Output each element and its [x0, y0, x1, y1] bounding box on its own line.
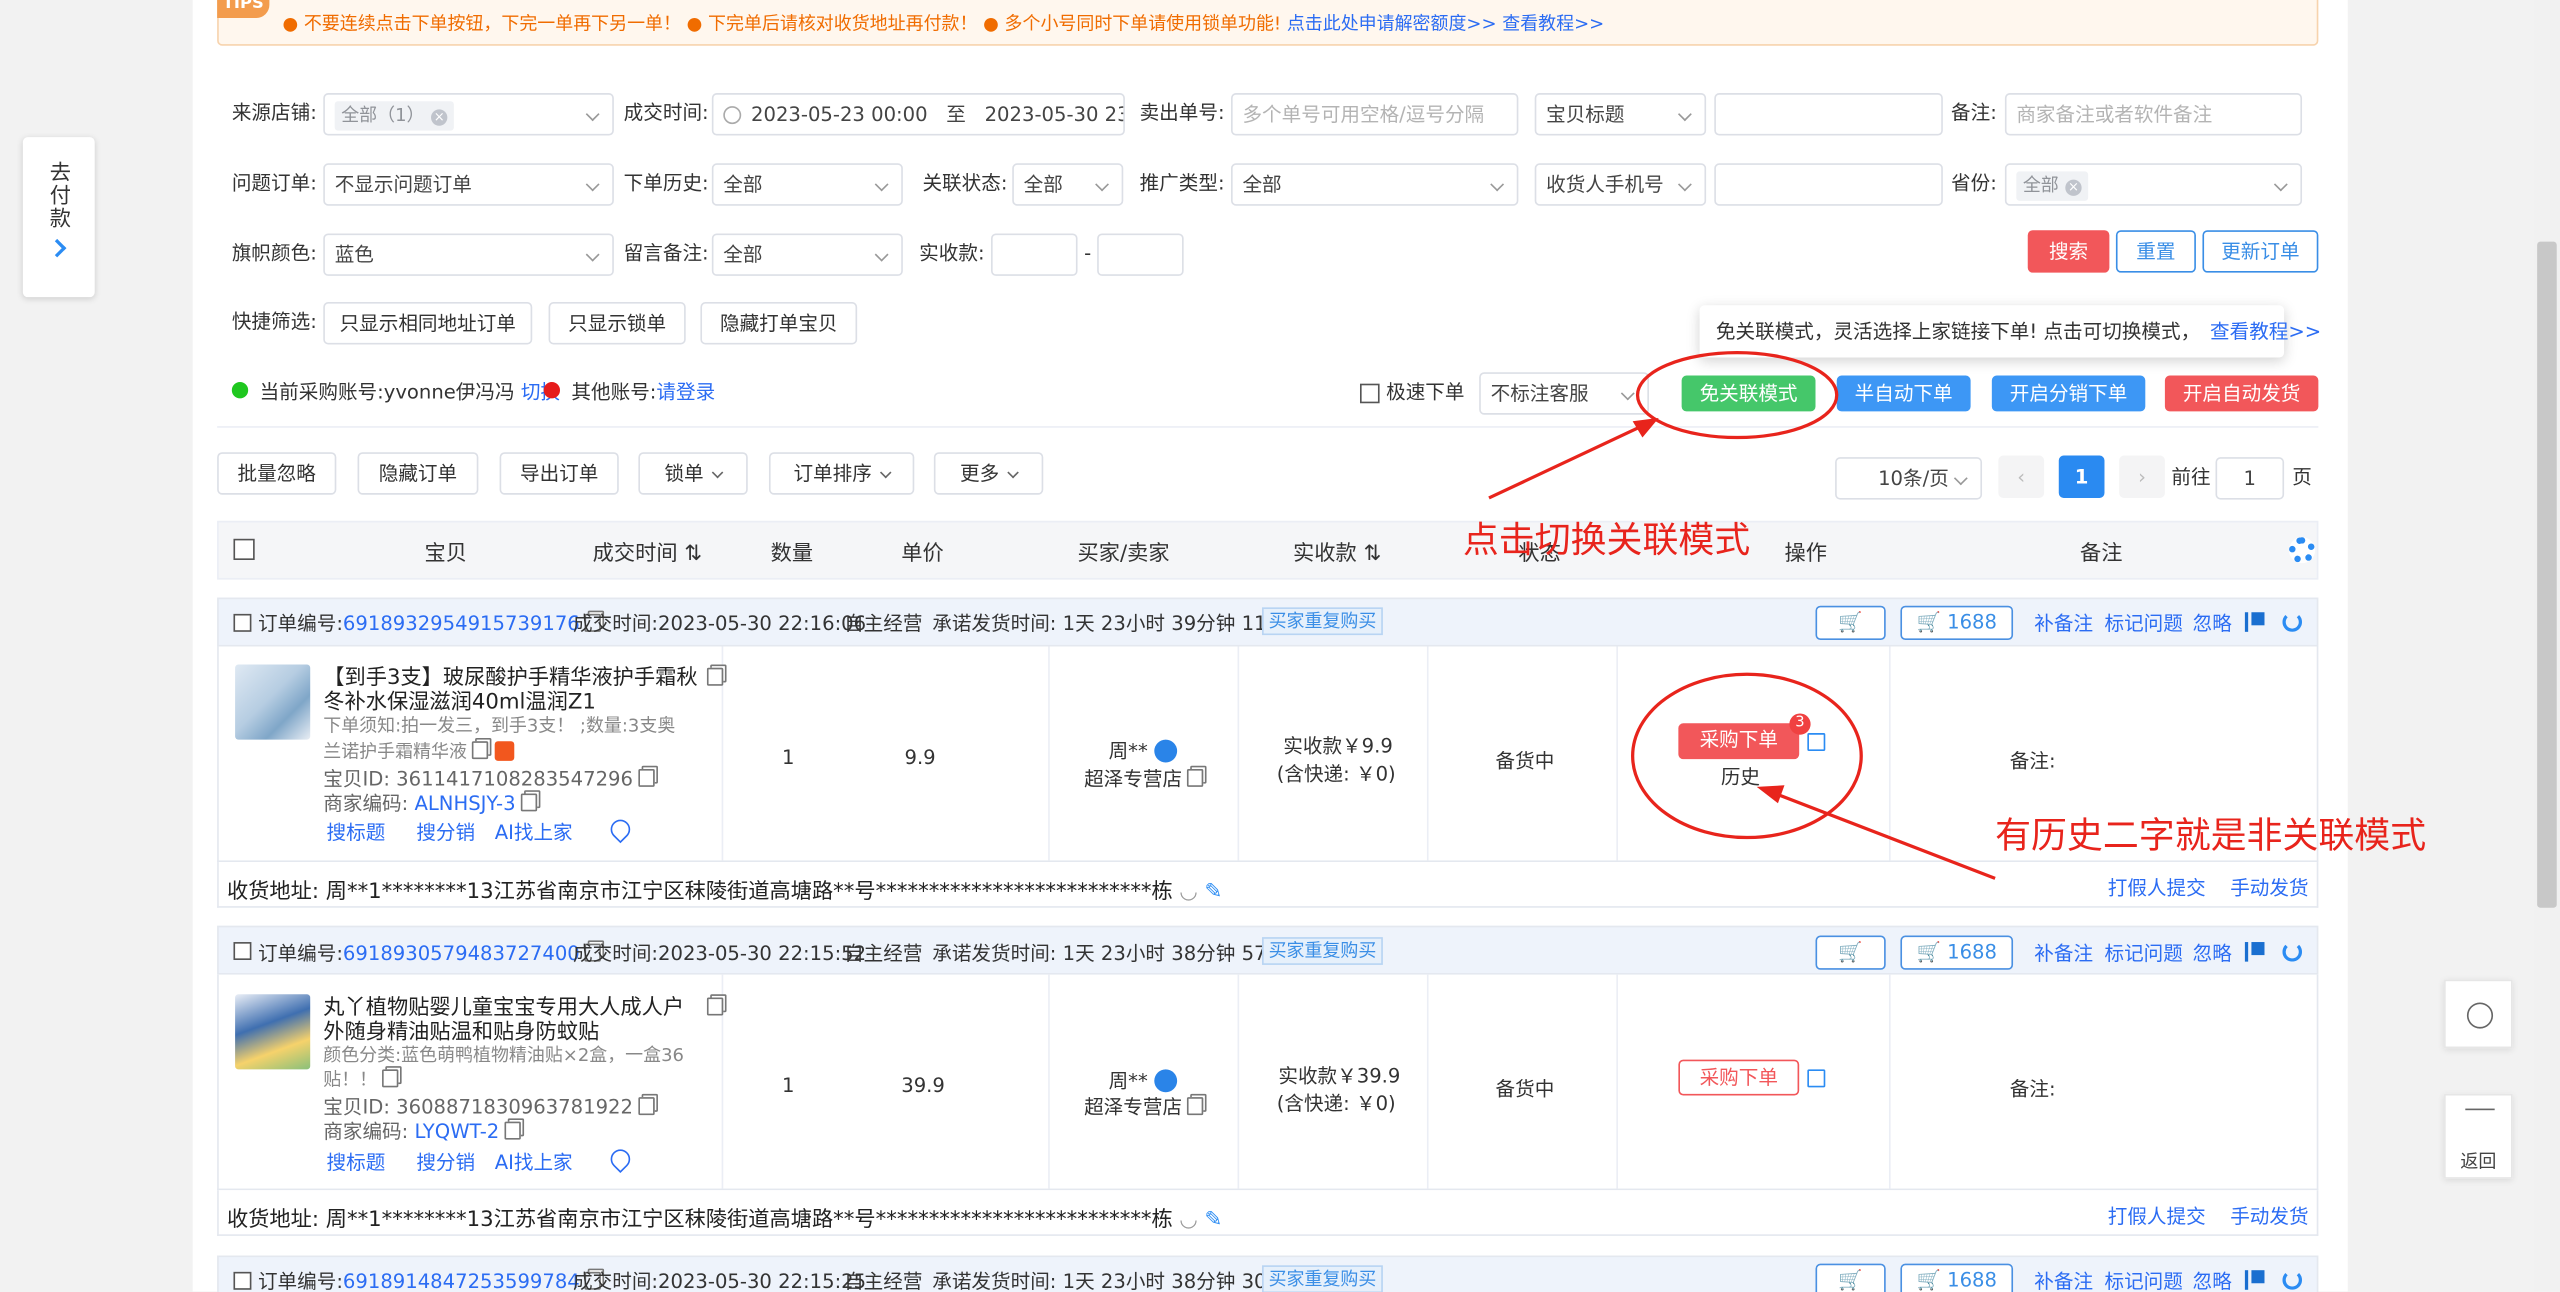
- scrollbar-thumb[interactable]: [2537, 241, 2557, 908]
- collapse-button[interactable]: [2444, 979, 2513, 1049]
- annotation-arrow-history: [1765, 788, 1996, 880]
- arrow-up-icon: [2465, 1108, 2495, 1135]
- back-to-top-button[interactable]: 返回: [2444, 1093, 2513, 1179]
- page: 去 付 款 TIPS ● 不要连续点击下单按钮，下完一单再下另一单！ ● 下完单…: [0, 0, 2560, 1292]
- chevron-left-icon: [2466, 1002, 2494, 1029]
- annotation-switch-mode: 点击切换关联模式: [1462, 520, 1751, 562]
- annotation-arrow-mode: [1488, 419, 1653, 500]
- annotation-circle-mode: [1635, 351, 1839, 440]
- back-label: 返回: [2460, 1151, 2497, 1173]
- annotation-overlay: [1488, 351, 1996, 880]
- screen-root: 去 付 款 TIPS ● 不要连续点击下单按钮，下完一单再下另一单！ ● 下完单…: [0, 0, 2560, 1292]
- annotation-arrowhead-history: [1756, 785, 1785, 804]
- annotation-history-mode: 有历史二字就是非关联模式: [1995, 816, 2427, 858]
